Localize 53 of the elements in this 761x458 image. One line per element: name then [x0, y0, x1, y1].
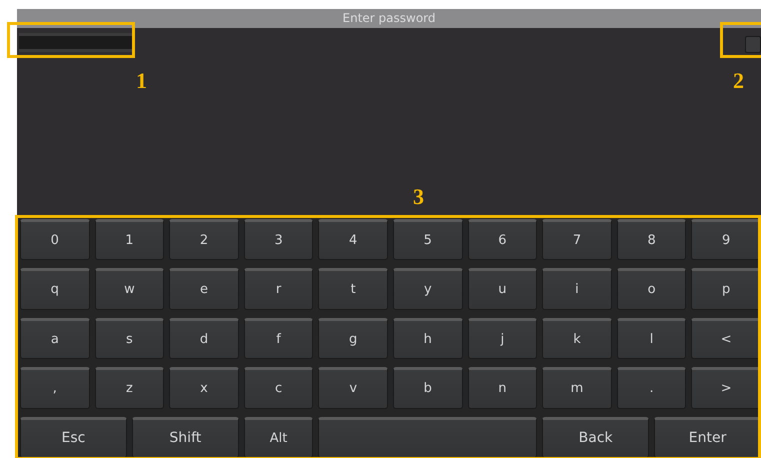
- keyboard-key[interactable]: z: [94, 367, 164, 409]
- keyboard-key[interactable]: f: [244, 318, 314, 360]
- keyboard-key[interactable]: b: [392, 367, 463, 409]
- keyboard-key[interactable]: w: [94, 268, 164, 310]
- keyboard-key[interactable]: i: [542, 268, 612, 310]
- keyboard-key[interactable]: a: [20, 318, 90, 360]
- keyboard-key[interactable]: u: [468, 268, 538, 310]
- toggle-checkbox[interactable]: [745, 36, 761, 53]
- keyboard-key[interactable]: y: [392, 268, 463, 310]
- keyboard-key[interactable]: <: [691, 318, 761, 360]
- keyboard-key[interactable]: Back: [542, 416, 650, 458]
- keyboard-key[interactable]: ,: [20, 367, 90, 409]
- keyboard-key[interactable]: n: [468, 367, 538, 409]
- keyboard-key[interactable]: p: [691, 268, 761, 310]
- keyboard-key[interactable]: m: [542, 367, 612, 409]
- keyboard-key[interactable]: t: [318, 268, 388, 310]
- keyboard-key[interactable]: .: [616, 367, 686, 409]
- keyboard-key[interactable]: Esc: [20, 416, 127, 458]
- annotation-number: 1: [136, 70, 147, 92]
- keyboard-key[interactable]: 6: [468, 219, 538, 260]
- keyboard-key[interactable]: Alt: [244, 416, 314, 458]
- keyboard-key[interactable]: 4: [318, 219, 388, 260]
- keyboard-key[interactable]: q: [20, 268, 90, 310]
- keyboard-key[interactable]: x: [169, 367, 239, 409]
- keyboard-key[interactable]: j: [468, 318, 538, 360]
- keyboard-key[interactable]: l: [616, 318, 686, 360]
- annotation-number: 3: [413, 186, 424, 208]
- space-key[interactable]: [318, 416, 538, 458]
- window-title: Enter password: [17, 9, 761, 28]
- keyboard-key[interactable]: 9: [691, 219, 761, 260]
- password-field[interactable]: [19, 33, 132, 52]
- keyboard-key[interactable]: Enter: [654, 416, 761, 458]
- keyboard-key[interactable]: d: [169, 318, 239, 360]
- keyboard-key[interactable]: g: [318, 318, 388, 360]
- keyboard-key[interactable]: 0: [20, 219, 90, 260]
- keyboard-key[interactable]: 8: [616, 219, 686, 260]
- keyboard-key[interactable]: 7: [542, 219, 612, 260]
- keyboard-key[interactable]: c: [244, 367, 314, 409]
- keyboard-key[interactable]: s: [94, 318, 164, 360]
- annotation-number: 2: [733, 70, 744, 92]
- keyboard-key[interactable]: r: [244, 268, 314, 310]
- keyboard-key[interactable]: h: [392, 318, 463, 360]
- keyboard-key[interactable]: 5: [392, 219, 463, 260]
- keyboard-key[interactable]: >: [691, 367, 761, 409]
- keyboard-key[interactable]: o: [616, 268, 686, 310]
- annotation-frame: [720, 22, 761, 58]
- keyboard-key[interactable]: 1: [94, 219, 164, 260]
- keyboard-key[interactable]: 3: [244, 219, 314, 260]
- keyboard-key[interactable]: 2: [169, 219, 239, 260]
- keyboard-key[interactable]: k: [542, 318, 612, 360]
- keyboard-key[interactable]: Shift: [132, 416, 239, 458]
- keyboard-key[interactable]: e: [169, 268, 239, 310]
- keyboard-key[interactable]: v: [318, 367, 388, 409]
